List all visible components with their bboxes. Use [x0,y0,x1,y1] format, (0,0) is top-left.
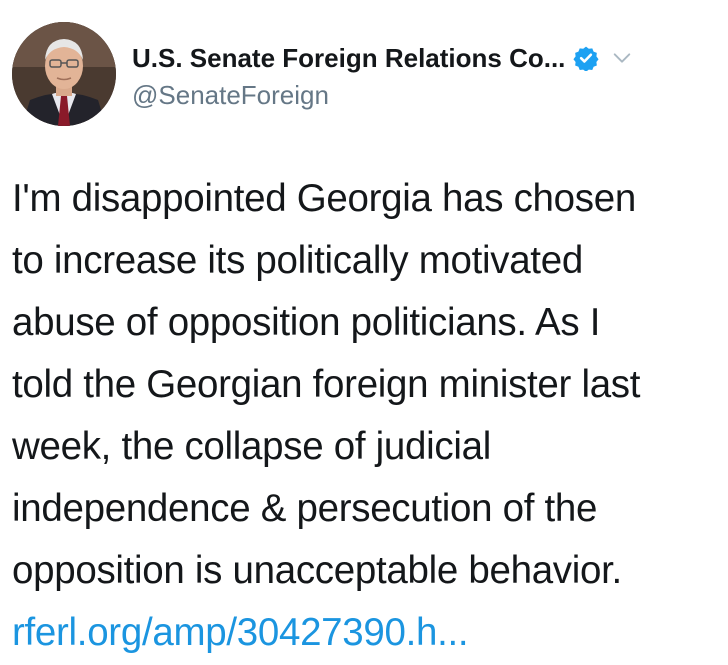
tweet-header: U.S. Senate Foreign Relations Co... @Sen… [12,22,712,130]
tweet-text-line: to increase its politically motivated [12,239,583,282]
tweet-text: I'm disappointed Georgia has chosen to i… [12,168,722,664]
display-name[interactable]: U.S. Senate Foreign Relations Co... [132,43,565,74]
profile-photo-icon [12,22,116,126]
tweet-link[interactable]: rferl.org/amp/30427390.h... [12,602,722,664]
chevron-down-icon[interactable] [611,47,633,69]
user-handle[interactable]: @SenateForeign [132,80,329,111]
tweet-text-line: told the Georgian foreign minister last [12,363,641,406]
tweet-text-line: week, the collapse of judicial [12,425,491,468]
tweet-card: U.S. Senate Foreign Relations Co... @Sen… [0,0,728,665]
tweet-text-line: independence & persecution of the [12,487,598,530]
avatar[interactable] [12,22,116,126]
tweet-text-line: abuse of opposition politicians. As I [12,301,601,344]
verified-badge-icon [573,46,599,71]
tweet-text-line: I'm disappointed Georgia has chosen [12,177,636,220]
tweet-text-line: opposition is unacceptable behavior. [12,549,622,592]
name-row: U.S. Senate Foreign Relations Co... [132,38,633,78]
